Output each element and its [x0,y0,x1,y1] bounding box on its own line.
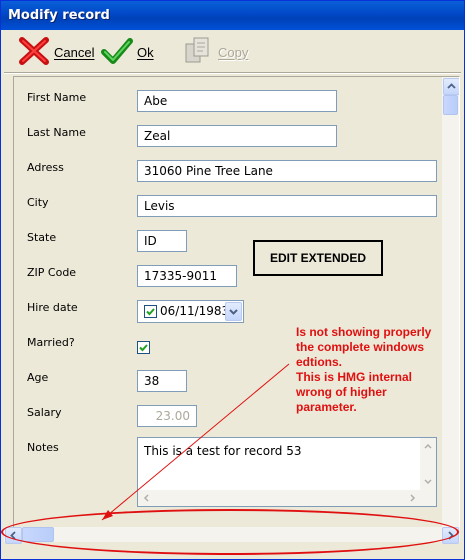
annotation-arrow [101,363,290,521]
annotation-line: wrong of higher [296,385,387,399]
annotation-line: edtions. [296,355,343,369]
annotation-line: Is not showing properly [296,325,432,339]
modify-record-window: Modify record Cancel Ok Copy First Name … [0,0,465,560]
annotation-line: This is HMG internal [296,370,413,384]
annotation-note: Is not showing properly the complete win… [296,325,456,415]
annotation-line: the complete windows [296,340,425,354]
annotation-line: parameter. [296,400,357,414]
